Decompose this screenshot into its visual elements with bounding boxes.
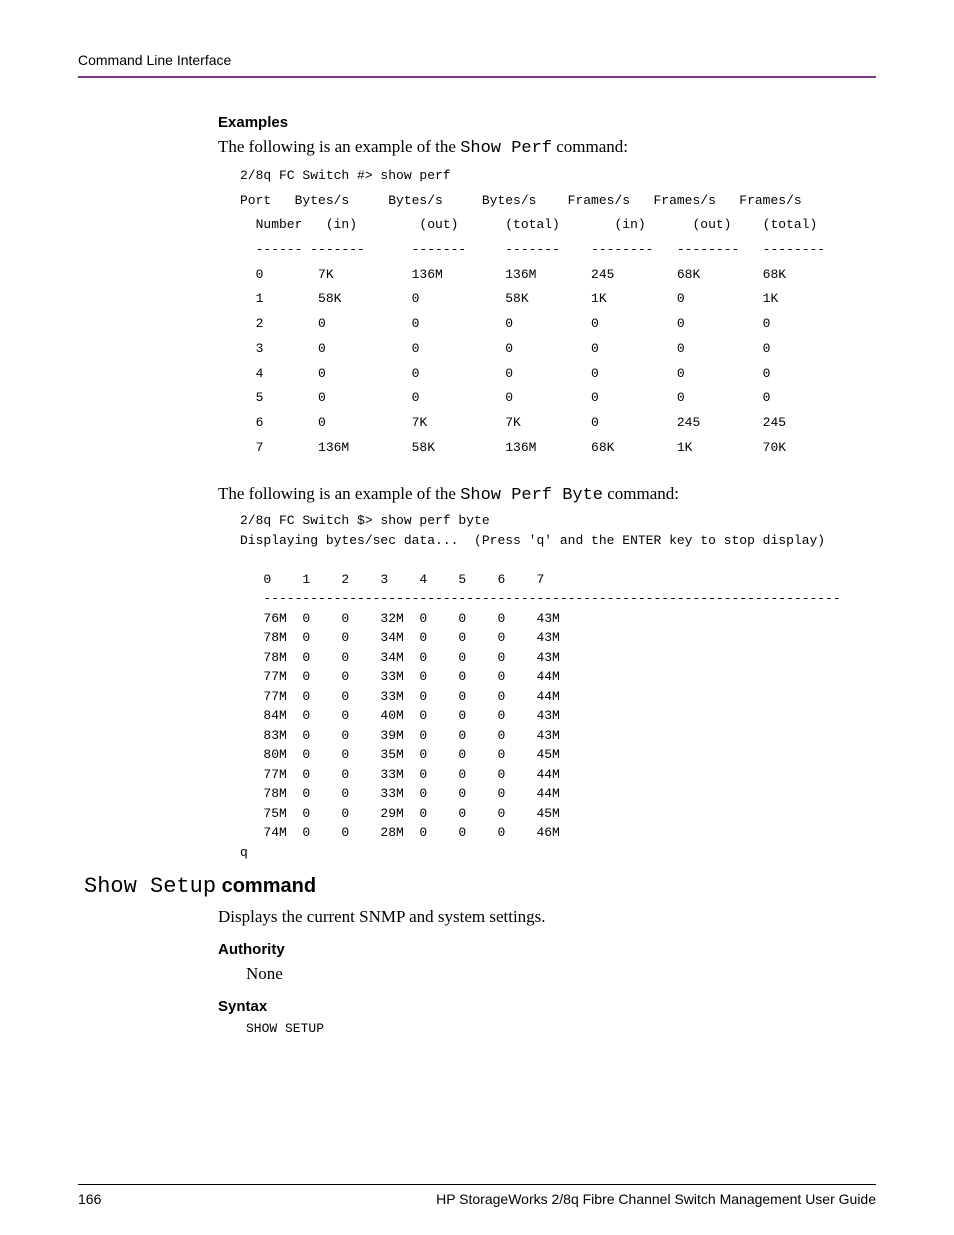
- example2-intro-cmd: Show Perf Byte: [460, 486, 603, 505]
- show-setup-heading-bold: command: [216, 875, 316, 897]
- example2-code: 2/8q FC Switch $> show perf byte Display…: [240, 511, 876, 862]
- authority-value: None: [246, 964, 876, 984]
- show-setup-heading: Show Setup command: [84, 872, 876, 899]
- examples-heading: Examples: [218, 114, 876, 131]
- authority-heading: Authority: [218, 941, 876, 958]
- example1-intro: The following is an example of the Show …: [218, 137, 876, 158]
- page-footer: 166 HP StorageWorks 2/8q Fibre Channel S…: [78, 1184, 876, 1207]
- show-setup-desc: Displays the current SNMP and system set…: [218, 907, 876, 927]
- example1-intro-pre: The following is an example of the: [218, 137, 460, 156]
- example1-code: 2/8q FC Switch #> show perf Port Bytes/s…: [240, 164, 876, 460]
- page-number: 166: [78, 1191, 101, 1207]
- example2-intro-post: command:: [603, 484, 679, 503]
- example1-intro-cmd: Show Perf: [460, 139, 552, 158]
- example1-intro-post: command:: [552, 137, 628, 156]
- example2-intro: The following is an example of the Show …: [218, 484, 876, 505]
- footer-title: HP StorageWorks 2/8q Fibre Channel Switc…: [436, 1191, 876, 1207]
- show-setup-heading-mono: Show Setup: [84, 874, 216, 899]
- running-header: Command Line Interface: [78, 52, 876, 78]
- syntax-heading: Syntax: [218, 998, 876, 1015]
- syntax-value: SHOW SETUP: [246, 1021, 876, 1036]
- example2-intro-pre: The following is an example of the: [218, 484, 460, 503]
